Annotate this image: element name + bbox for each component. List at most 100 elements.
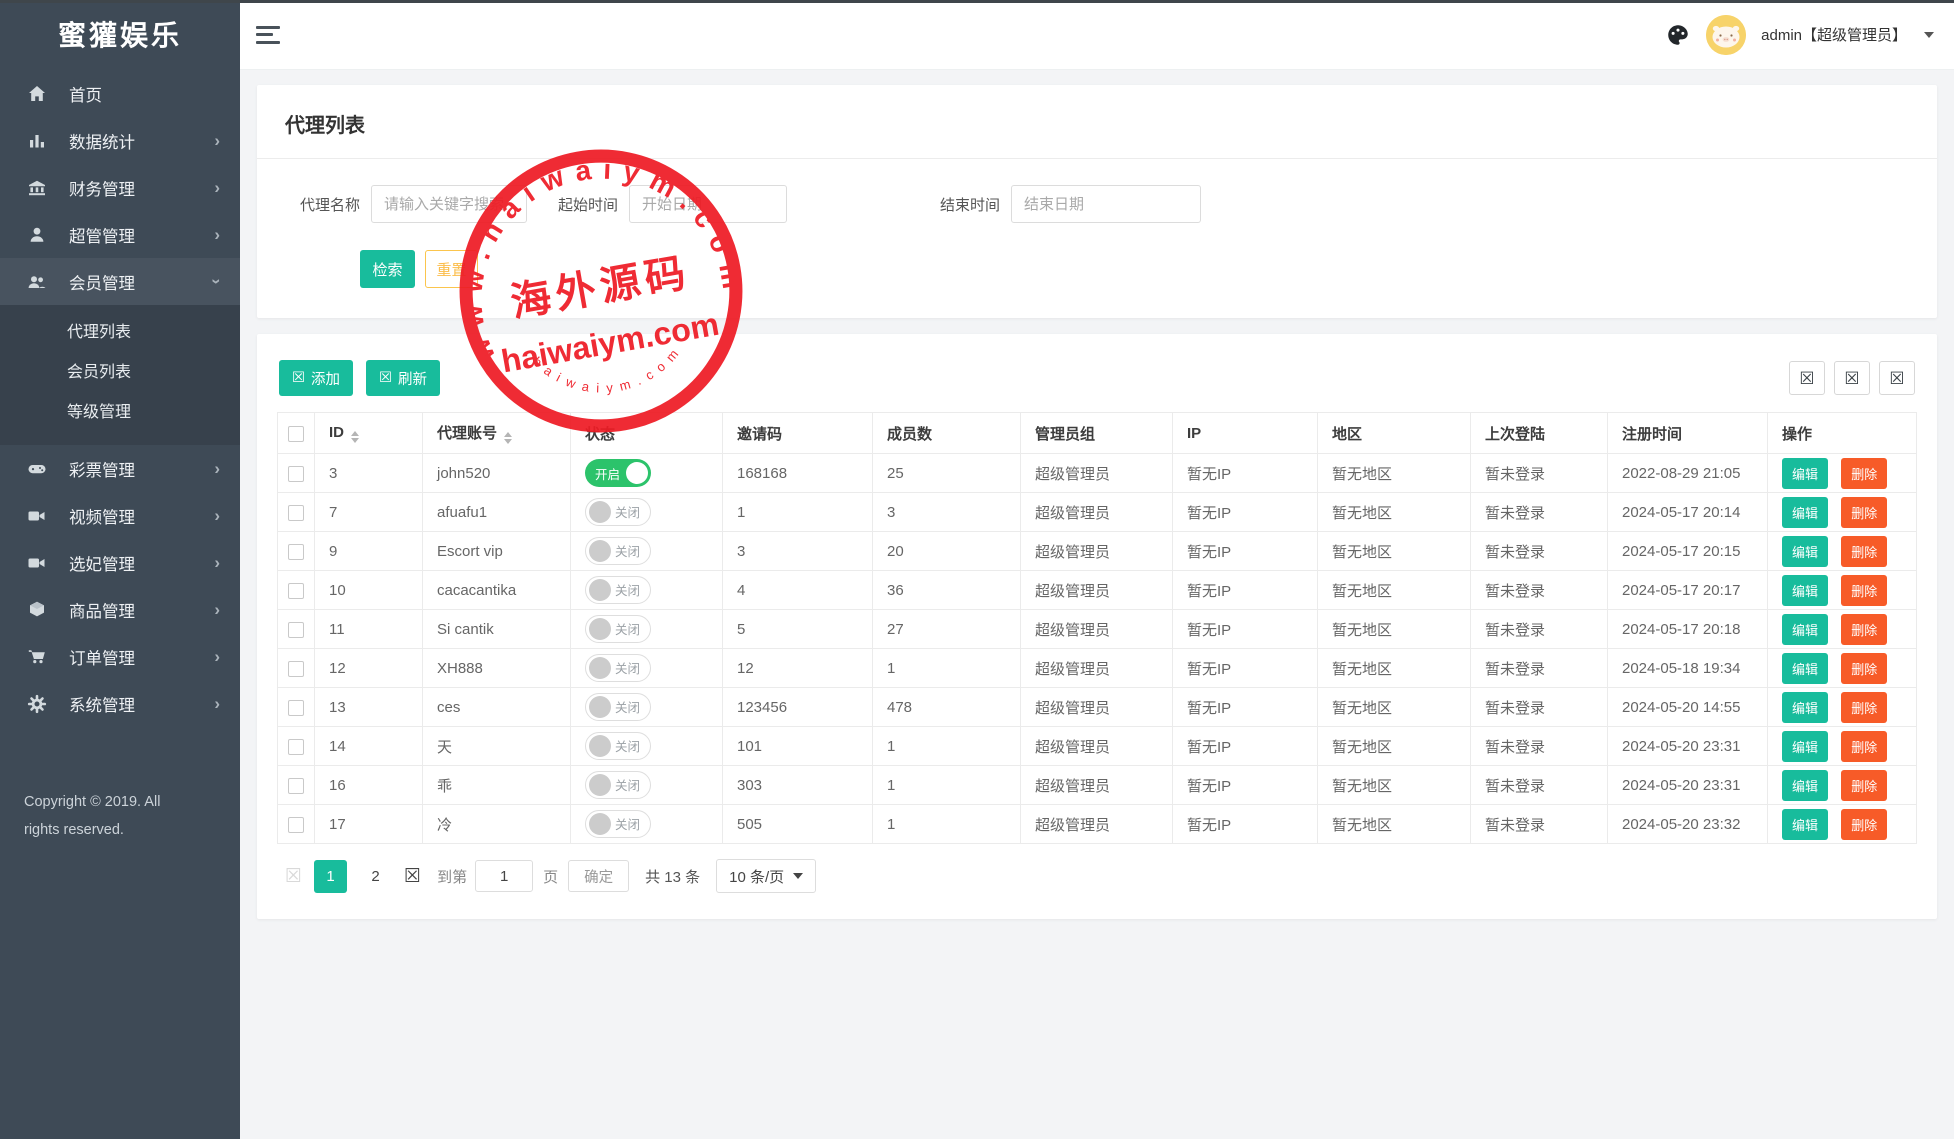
sidebar-item-首页[interactable]: 首页	[0, 70, 240, 117]
table-tool-button-3[interactable]: ☒	[1879, 361, 1915, 395]
edit-button[interactable]: 编辑	[1782, 770, 1828, 801]
edit-button[interactable]: 编辑	[1782, 614, 1828, 645]
cell-account: cacacantika	[423, 571, 571, 610]
agent-name-input[interactable]	[371, 185, 527, 223]
cell-id: 10	[315, 571, 423, 610]
row-checkbox[interactable]	[288, 817, 304, 833]
user-name[interactable]: admin【超级管理员】	[1761, 24, 1907, 45]
sort-icon[interactable]	[504, 432, 512, 444]
cell-last-login: 暂未登录	[1471, 571, 1608, 610]
cell-ip: 暂无IP	[1173, 610, 1318, 649]
sidebar-item-选妃管理[interactable]: 选妃管理›	[0, 539, 240, 586]
user-menu-caret-icon[interactable]	[1924, 32, 1934, 38]
row-checkbox[interactable]	[288, 466, 304, 482]
chevron-right-icon: ›	[214, 460, 220, 477]
cell-group: 超级管理员	[1021, 571, 1173, 610]
row-checkbox[interactable]	[288, 544, 304, 560]
cell-group: 超级管理员	[1021, 610, 1173, 649]
status-toggle-off[interactable]: 关闭	[585, 771, 651, 799]
select-all-checkbox[interactable]	[288, 426, 304, 442]
sidebar-item-数据统计[interactable]: 数据统计›	[0, 117, 240, 164]
status-toggle-off[interactable]: 关闭	[585, 732, 651, 760]
sidebar-item-订单管理[interactable]: 订单管理›	[0, 633, 240, 680]
edit-button[interactable]: 编辑	[1782, 536, 1828, 567]
row-checkbox[interactable]	[288, 778, 304, 794]
theme-palette-icon[interactable]	[1665, 22, 1691, 48]
cell-members: 20	[873, 532, 1021, 571]
delete-button[interactable]: 删除	[1841, 458, 1887, 489]
add-button[interactable]: ☒ 添加	[279, 360, 353, 396]
edit-button[interactable]: 编辑	[1782, 809, 1828, 840]
column-header-id[interactable]: ID	[315, 413, 423, 454]
search-button[interactable]: 检索	[360, 250, 415, 288]
goto-confirm-button[interactable]: 确定	[568, 860, 629, 892]
status-toggle-off[interactable]: 关闭	[585, 498, 651, 526]
status-toggle-off[interactable]: 关闭	[585, 810, 651, 838]
sidebar-subitem-等级管理[interactable]: 等级管理	[0, 393, 240, 433]
delete-button[interactable]: 删除	[1841, 536, 1887, 567]
cell-status: 关闭	[571, 649, 723, 688]
sidebar-item-会员管理[interactable]: 会员管理›	[0, 258, 240, 305]
user-avatar[interactable]	[1706, 15, 1746, 55]
page-number-button[interactable]: 1	[314, 860, 347, 893]
cell-ip: 暂无IP	[1173, 805, 1318, 844]
status-toggle-on[interactable]: 开启	[585, 459, 651, 487]
prev-page-button[interactable]: ☒	[285, 865, 302, 888]
goto-page-input[interactable]	[475, 860, 533, 892]
delete-button[interactable]: 删除	[1841, 653, 1887, 684]
sidebar-item-彩票管理[interactable]: 彩票管理›	[0, 445, 240, 492]
row-checkbox[interactable]	[288, 505, 304, 521]
sidebar-subitem-代理列表[interactable]: 代理列表	[0, 313, 240, 353]
app-logo: 蜜獾娱乐	[0, 0, 240, 70]
status-toggle-off[interactable]: 关闭	[585, 615, 651, 643]
row-checkbox[interactable]	[288, 661, 304, 677]
cell-invite: 101	[723, 727, 873, 766]
edit-button[interactable]: 编辑	[1782, 653, 1828, 684]
sidebar-item-财务管理[interactable]: 财务管理›	[0, 164, 240, 211]
end-date-input[interactable]	[1011, 185, 1201, 223]
sidebar-item-系统管理[interactable]: 系统管理›	[0, 680, 240, 727]
gear-icon	[27, 693, 48, 714]
cell-id: 3	[315, 454, 423, 493]
sidebar-item-视频管理[interactable]: 视频管理›	[0, 492, 240, 539]
agent-table-panel: ☒ 添加 ☒ 刷新 ☒ ☒ ☒	[257, 334, 1937, 919]
row-checkbox[interactable]	[288, 700, 304, 716]
edit-button[interactable]: 编辑	[1782, 497, 1828, 528]
cell-status: 关闭	[571, 766, 723, 805]
edit-button[interactable]: 编辑	[1782, 692, 1828, 723]
page-number-button[interactable]: 2	[359, 860, 392, 893]
table-tool-button-1[interactable]: ☒	[1789, 361, 1825, 395]
status-toggle-off[interactable]: 关闭	[585, 654, 651, 682]
delete-button[interactable]: 删除	[1841, 692, 1887, 723]
table-row: 9 Escort vip 关闭 3 20 超级管理员 暂无IP 暂无地区 暂未登…	[278, 532, 1917, 571]
status-toggle-off[interactable]: 关闭	[585, 693, 651, 721]
delete-button[interactable]: 删除	[1841, 770, 1887, 801]
delete-button[interactable]: 删除	[1841, 497, 1887, 528]
delete-button[interactable]: 删除	[1841, 614, 1887, 645]
edit-button[interactable]: 编辑	[1782, 458, 1828, 489]
status-toggle-off[interactable]: 关闭	[585, 537, 651, 565]
next-page-button[interactable]: ☒	[404, 865, 421, 888]
row-checkbox[interactable]	[288, 622, 304, 638]
cell-account: Escort vip	[423, 532, 571, 571]
column-header-account[interactable]: 代理账号	[423, 413, 571, 454]
delete-button[interactable]: 删除	[1841, 809, 1887, 840]
table-tool-button-2[interactable]: ☒	[1834, 361, 1870, 395]
row-checkbox[interactable]	[288, 739, 304, 755]
chevron-right-icon: ›	[214, 507, 220, 524]
sidebar-subitem-会员列表[interactable]: 会员列表	[0, 353, 240, 393]
sidebar-item-商品管理[interactable]: 商品管理›	[0, 586, 240, 633]
reset-button[interactable]: 重置	[425, 250, 478, 288]
delete-button[interactable]: 删除	[1841, 731, 1887, 762]
sort-icon[interactable]	[351, 431, 359, 443]
sidebar-item-超管管理[interactable]: 超管管理›	[0, 211, 240, 258]
start-date-input[interactable]	[629, 185, 787, 223]
edit-button[interactable]: 编辑	[1782, 575, 1828, 606]
delete-button[interactable]: 删除	[1841, 575, 1887, 606]
row-checkbox[interactable]	[288, 583, 304, 599]
status-toggle-off[interactable]: 关闭	[585, 576, 651, 604]
refresh-button[interactable]: ☒ 刷新	[366, 360, 440, 396]
sidebar-toggle-button[interactable]	[256, 24, 286, 46]
edit-button[interactable]: 编辑	[1782, 731, 1828, 762]
per-page-select[interactable]: 10 条/页	[716, 859, 816, 893]
